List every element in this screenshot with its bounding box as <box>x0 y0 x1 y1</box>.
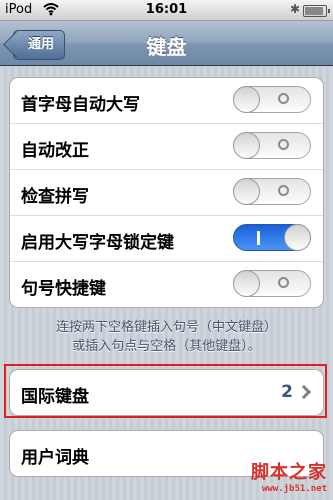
setting-auto-capitalization: 首字母自动大写 <box>10 78 323 124</box>
check-spelling-toggle[interactable] <box>233 178 311 205</box>
setting-caps-lock: 启用大写字母锁定键 <box>10 216 323 262</box>
user-dictionary-label: 用户词典 <box>21 448 89 468</box>
setting-auto-correction: 自动改正 <box>10 124 323 170</box>
battery-icon <box>303 5 330 17</box>
setting-label: 启用大写字母锁定键 <box>21 233 174 253</box>
auto-capitalization-toggle[interactable] <box>233 86 311 113</box>
keyboard-options-group: 首字母自动大写 自动改正 检查拼写 启用大写字母锁定键 句号快捷键 <box>9 77 324 308</box>
watermark-title: 脚本之家 <box>251 462 327 483</box>
setting-check-spelling: 检查拼写 <box>10 170 323 216</box>
bluetooth-icon: ✱ <box>290 2 301 16</box>
note-line: 或插入句点与空格（其他键盘）。 <box>72 339 261 354</box>
period-shortcut-toggle[interactable] <box>233 270 311 297</box>
note-line: 连按两下空格键插入句号（中文键盘） <box>55 320 277 335</box>
auto-correction-toggle[interactable] <box>233 132 311 159</box>
setting-period-shortcut: 句号快捷键 <box>10 262 323 307</box>
period-shortcut-note: 连按两下空格键插入句号（中文键盘） 或插入句点与空格（其他键盘）。 <box>10 318 323 356</box>
setting-label: 首字母自动大写 <box>21 95 140 115</box>
setting-label: 检查拼写 <box>21 187 89 207</box>
setting-label: 句号快捷键 <box>21 279 106 299</box>
caps-lock-toggle[interactable] <box>233 224 311 251</box>
page-title: 键盘 <box>146 35 187 59</box>
navigation-bar: 通用 键盘 <box>0 21 333 66</box>
highlight-box <box>4 364 327 418</box>
watermark: 脚本之家 www.jb51.net <box>251 458 327 494</box>
setting-label: 自动改正 <box>21 141 89 161</box>
watermark-url: www.jb51.net <box>261 484 327 494</box>
clock: 16:01 <box>145 2 188 17</box>
status-bar: iPod 16:01 ✱ <box>0 0 333 21</box>
